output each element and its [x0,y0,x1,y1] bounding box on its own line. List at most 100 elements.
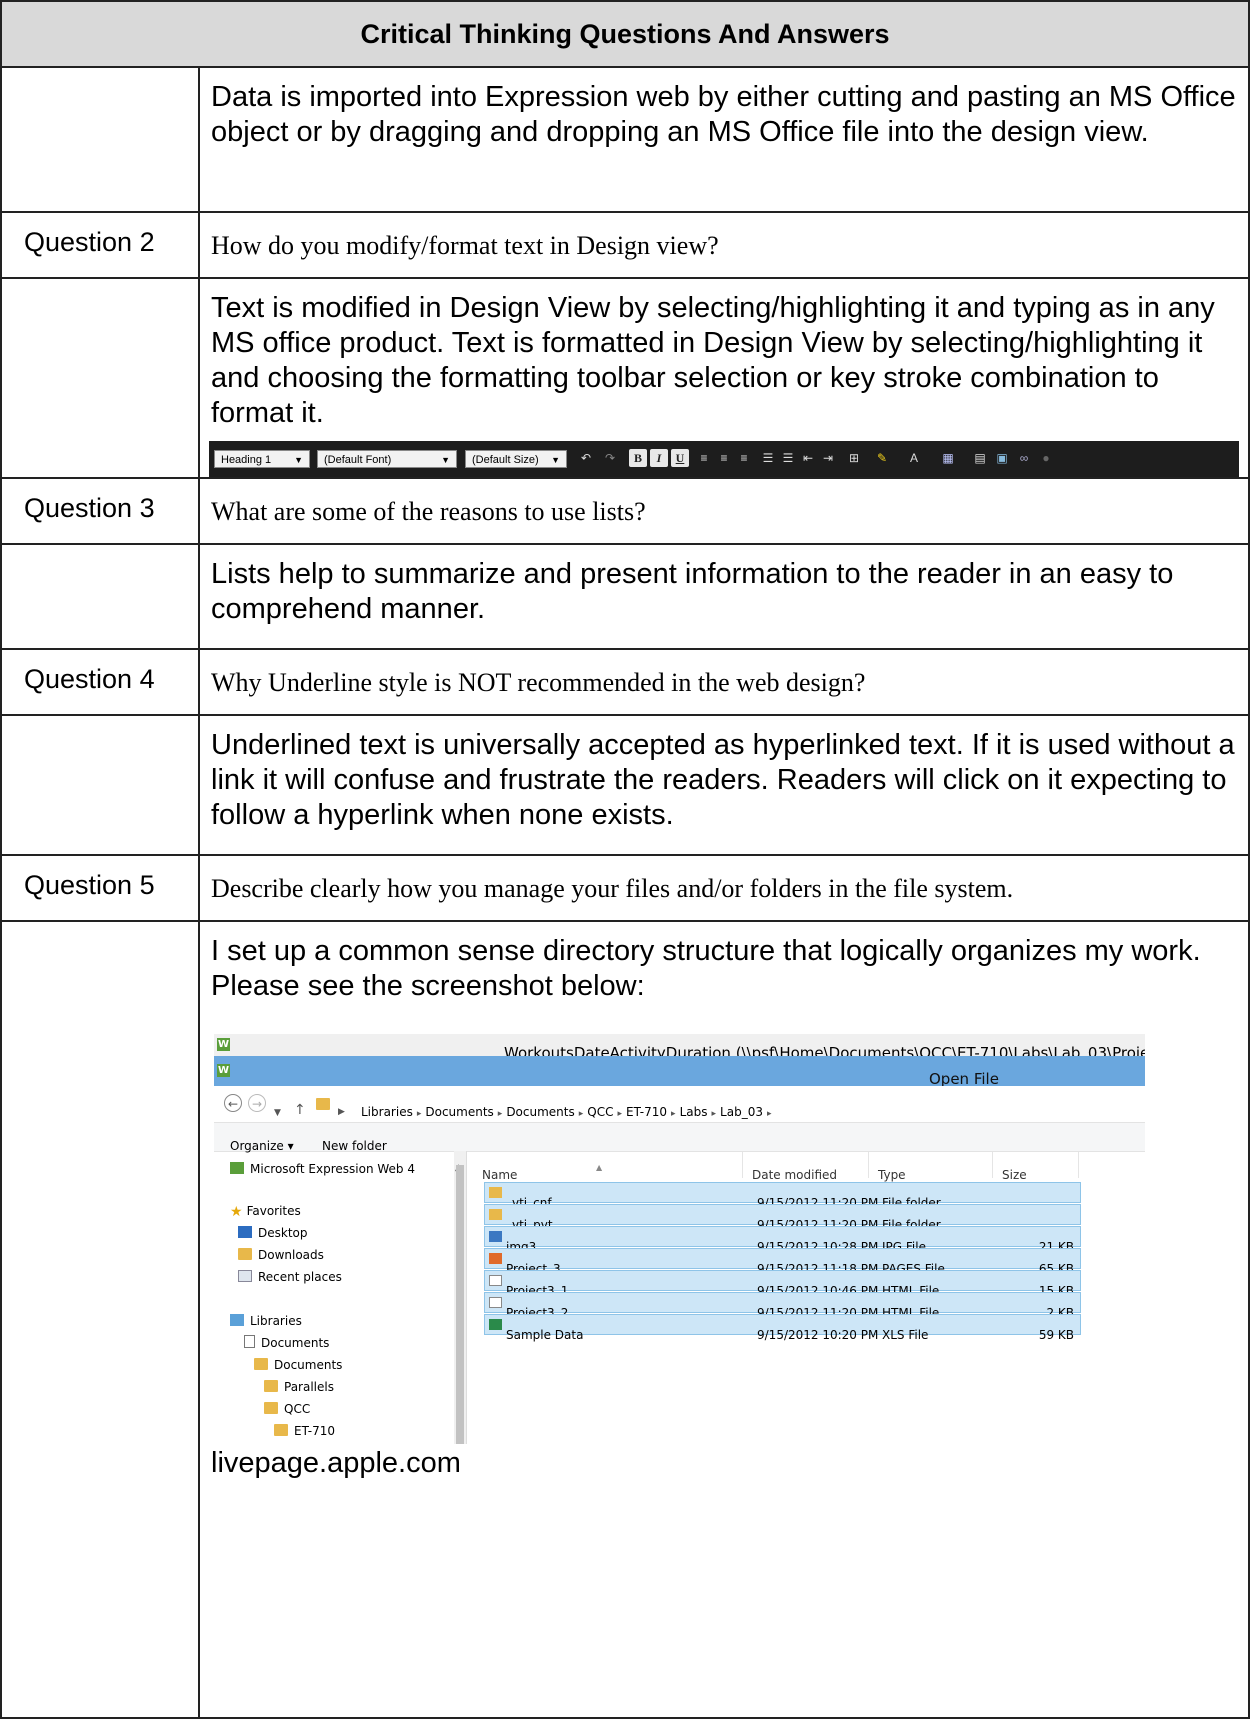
breadcrumb-item: Labs [679,1105,708,1119]
layers-icon: ▤ [974,451,986,465]
label-cell [0,920,200,1719]
expression-web-icon [230,1162,244,1174]
recent-icon [238,1270,252,1282]
question-5-text: Describe clearly how you manage your fil… [197,854,1250,922]
desk-icon [238,1226,252,1238]
chevron-right-icon: ▸ [766,1109,772,1119]
chevron-right-icon: ▸ [578,1109,584,1119]
pages-icon [489,1253,502,1264]
dialog-titlebar: W Open File [214,1056,1145,1088]
breadcrumb-item: QCC [587,1105,614,1119]
highlight-icon: ✎ [876,451,888,465]
file-name: Sample Data [506,1328,584,1342]
chevron-down-icon: ▼ [294,455,303,465]
align-center-icon: ≡ [720,451,728,465]
doc-icon [244,1335,255,1348]
column-headers: Name ▲ Date modified Type Size [476,1152,1145,1182]
jpg-icon [489,1231,502,1242]
answer-5: I set up a common sense directory struct… [211,935,1201,1002]
nav-item-label: Microsoft Expression Web 4 [250,1162,415,1176]
file-row: img3 9/15/2012 10:28 PM JPG File 21 KB [484,1226,1081,1254]
font-dropdown: (Default Font) ▼ [317,450,457,468]
nav-item: Libraries [230,1311,302,1331]
decrease-indent-icon: ⇤ [802,451,814,465]
sort-ascending-icon: ▲ [596,1163,603,1172]
explorer-screenshot: W WorkoutsDateActivityDuration (\\psf\Ho… [214,1034,1145,1444]
address-bar: ← → ▼ ↑ ▶ Libraries ▸ Documents ▸ Documents ▸… [214,1086,1145,1122]
nav-item: ET-710 [274,1421,335,1441]
breadcrumb-item: Documents [425,1105,494,1119]
question-5-label: Question 5 [0,854,200,922]
formatting-toolbar-image: Heading 1 ▼ (Default Font) ▼ (Default Size… [209,441,1239,477]
borders-icon: ⊞ [848,451,860,465]
nav-item-label: Downloads [258,1248,324,1262]
column-divider [868,1152,869,1178]
navigation-pane: Microsoft Expression Web 4 ★ Favorites Desk… [214,1151,467,1444]
nav-item: Downloads [238,1245,324,1265]
align-right-icon: ≡ [740,451,748,465]
nav-item-label: Libraries [250,1314,302,1328]
forward-icon: → [248,1094,266,1112]
chevron-down-icon: ▼ [441,455,450,465]
numbered-list-icon: ☰ [762,451,774,465]
nav-item: Documents [254,1355,342,1375]
app-titlebar: W WorkoutsDateActivityDuration (\\psf\Ho… [214,1034,1145,1062]
size-dropdown: (Default Size) ▼ [465,450,567,468]
align-left-icon: ≡ [700,451,708,465]
underline-icon: U [671,449,689,467]
bold-icon: B [629,449,647,467]
breadcrumb-item: Documents [506,1105,575,1119]
chevron-right-icon: ▸ [711,1109,717,1119]
qa-table: Critical Thinking Questions And Answers … [0,0,1250,1719]
file-row: Sample Data 9/15/2012 10:20 PM XLS File 59 … [484,1314,1081,1342]
folder-icon [264,1402,278,1414]
chevron-right-icon: ▸ [497,1109,503,1119]
scroll-thumb [456,1165,464,1444]
folder-icon [489,1187,502,1198]
question-4-text: Why Underline style is NOT recommended i… [197,648,1250,716]
question-4-label: Question 4 [0,648,200,716]
file-row: Project_3 9/15/2012 11:18 PM PAGES File 65 … [484,1248,1081,1276]
italic-icon: I [650,449,668,467]
question-2-label: Question 2 [0,211,200,279]
expression-web-icon: W [217,1064,230,1077]
label-cell [0,66,200,213]
label-cell [0,543,200,650]
answer-2-cell: Text is modified in Design View by selec… [197,277,1250,479]
file-row: Project3_1 9/15/2012 10:46 PM HTML File 15 … [484,1270,1081,1298]
nav-item: Documents [244,1333,329,1353]
folder-icon [489,1209,502,1220]
file-list: _vti_cnf 9/15/2012 11:20 PM File folder _vt… [484,1182,1081,1342]
link-icon: ∞ [1019,451,1029,465]
answer-4: Underlined text is universally accepted … [197,714,1250,856]
file-date: 9/15/2012 10:20 PM [757,1328,879,1342]
question-3-text: What are some of the reasons to use list… [197,477,1250,545]
breadcrumb-item: ET-710 [626,1105,668,1119]
file-row: _vti_pvt 9/15/2012 11:20 PM File folder [484,1204,1081,1232]
folder-icon [238,1248,252,1260]
back-icon: ← [224,1094,242,1112]
chevron-right-icon: ▸ [416,1109,422,1119]
label-cell [0,714,200,856]
breadcrumb-item: Libraries [361,1105,413,1119]
picture-icon: ▣ [996,451,1008,465]
table-icon: ▦ [942,451,954,465]
table-header: Critical Thinking Questions And Answers [0,0,1250,68]
column-divider [742,1152,743,1178]
nav-item: Labs [284,1443,332,1444]
nav-item-label: Desktop [258,1226,308,1240]
file-type: XLS File [882,1328,929,1342]
file-row: _vti_cnf 9/15/2012 11:20 PM File folder [484,1182,1081,1210]
size-value: (Default Size) [472,454,539,466]
column-divider [992,1152,993,1178]
document-page: Critical Thinking Questions And Answers … [0,0,1250,1720]
chevron-down-icon: ▼ [551,455,560,465]
command-bar: Organize ▾ New folder [214,1122,1145,1153]
xls-icon [489,1319,502,1330]
chevron-right-icon: ▸ [671,1109,676,1119]
star-icon: ★ [230,1204,243,1220]
folder-icon [264,1380,278,1392]
nav-item: ★ Favorites [230,1201,301,1221]
increase-indent-icon: ⇥ [822,451,834,465]
nav-item-label: QCC [284,1402,311,1416]
